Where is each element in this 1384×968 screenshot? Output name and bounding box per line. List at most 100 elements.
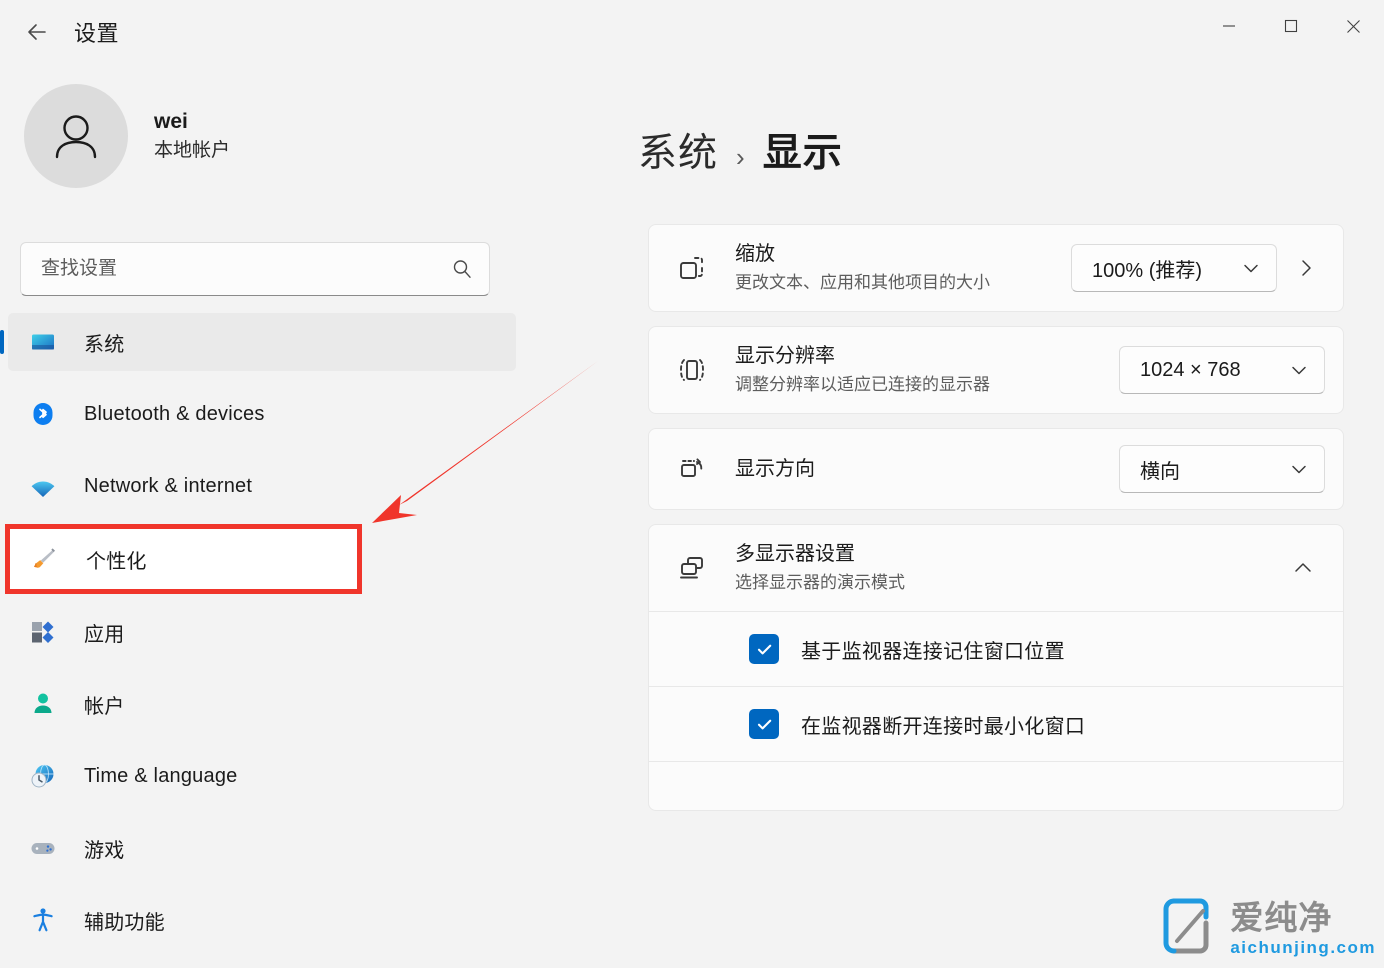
scale-detail-button[interactable] — [1287, 249, 1325, 287]
breadcrumb-separator-icon: › — [736, 142, 745, 172]
search-box[interactable] — [20, 242, 490, 296]
sidebar-nav: 系统 Bluetooth & devices Network & interne… — [0, 313, 620, 963]
card-text: 显示方向 — [735, 456, 1105, 483]
sidebar-item-time-language[interactable]: Time & language — [8, 747, 516, 805]
sidebar-item-label: 系统 — [84, 333, 125, 356]
chevron-down-icon — [1244, 264, 1258, 273]
card-control — [1281, 546, 1325, 590]
card-text: 缩放 更改文本、应用和其他项目的大小 — [735, 241, 1057, 295]
card-row[interactable]: 显示分辨率 调整分辨率以适应已连接的显示器 1024 × 768 — [649, 327, 1343, 413]
account-block[interactable]: wei 本地帐户 — [24, 84, 620, 188]
minimize-icon — [1223, 25, 1235, 27]
watermark-logo-icon — [1162, 897, 1220, 960]
monitor-icon — [30, 329, 56, 355]
checkbox-row-partial[interactable] — [649, 762, 1343, 810]
card-control: 1024 × 768 — [1119, 346, 1325, 395]
chevron-right-icon — [1302, 260, 1311, 276]
card-multi-display: 多显示器设置 选择显示器的演示模式 基于监视器连接记住窗口位置 在监视器断开连接… — [648, 524, 1344, 812]
account-name: wei — [154, 110, 188, 133]
clock-globe-icon — [30, 763, 56, 789]
account-text: wei 本地帐户 — [154, 108, 230, 164]
card-row[interactable]: 缩放 更改文本、应用和其他项目的大小 100% (推荐) — [649, 225, 1343, 311]
scale-dropdown[interactable]: 100% (推荐) — [1071, 244, 1277, 293]
sidebar-item-network-internet[interactable]: Network & internet — [8, 457, 516, 515]
card-subtitle: 调整分辨率以适应已连接的显示器 — [735, 375, 990, 395]
checkbox-label: 在监视器断开连接时最小化窗口 — [801, 715, 1086, 738]
watermark-en: aichunjing.com — [1230, 938, 1376, 957]
chevron-down-icon — [1292, 466, 1306, 474]
card-scale: 缩放 更改文本、应用和其他项目的大小 100% (推荐) — [648, 224, 1344, 313]
sidebar-item-label: Time & language — [84, 764, 238, 787]
gamepad-icon — [30, 835, 56, 861]
back-button[interactable] — [14, 9, 60, 55]
multi-display-expander-button[interactable] — [1281, 546, 1325, 590]
person-icon — [55, 115, 97, 159]
resolution-value: 1024 × 768 — [1140, 358, 1241, 381]
sidebar-item-accounts[interactable]: 帐户 — [8, 675, 516, 733]
card-control: 100% (推荐) — [1071, 244, 1325, 293]
minimize-button[interactable] — [1198, 0, 1260, 52]
checkbox-row-minimize-on-disconnect[interactable]: 在监视器断开连接时最小化窗口 — [649, 687, 1343, 761]
sidebar-item-label: 辅助功能 — [84, 911, 165, 934]
checkbox-row-remember-window-positions[interactable]: 基于监视器连接记住窗口位置 — [649, 612, 1343, 686]
sidebar-item-system[interactable]: 系统 — [8, 313, 516, 371]
sidebar-item-gaming[interactable]: 游戏 — [8, 819, 516, 877]
resolution-icon — [671, 349, 713, 391]
card-control: 横向 — [1119, 445, 1325, 494]
settings-cards: 缩放 更改文本、应用和其他项目的大小 100% (推荐) 显示分辨率 调整分辨率… — [648, 224, 1344, 812]
account-type: 本地帐户 — [154, 140, 231, 162]
brush-icon — [32, 546, 58, 572]
sidebar-item-label: Network & internet — [84, 474, 253, 497]
card-title: 显示分辨率 — [735, 345, 835, 368]
sidebar-item-personalization[interactable]: 个性化 — [5, 524, 362, 594]
multi-monitor-icon — [671, 547, 713, 589]
card-row[interactable]: 显示方向 横向 — [649, 429, 1343, 509]
sidebar-item-bluetooth-devices[interactable]: Bluetooth & devices — [8, 385, 516, 443]
card-row[interactable]: 多显示器设置 选择显示器的演示模式 — [649, 525, 1343, 611]
maximize-button[interactable] — [1260, 0, 1322, 52]
orientation-value: 横向 — [1140, 460, 1180, 483]
watermark-cn: 爱纯净 — [1230, 899, 1333, 936]
card-subtitle: 选择显示器的演示模式 — [735, 573, 905, 593]
scale-value: 100% (推荐) — [1092, 259, 1203, 282]
bluetooth-icon — [30, 401, 56, 427]
checkbox-checked-icon[interactable] — [749, 634, 779, 665]
sidebar-item-accessibility[interactable]: 辅助功能 — [8, 891, 516, 949]
card-orientation: 显示方向 横向 — [648, 428, 1344, 511]
breadcrumb-parent[interactable]: 系统 — [638, 122, 718, 178]
avatar — [24, 84, 128, 188]
card-title: 缩放 — [735, 243, 775, 265]
card-subtitle: 更改文本、应用和其他项目的大小 — [735, 273, 990, 292]
account-icon — [30, 691, 56, 717]
main-content: 系统 › 显示 缩放 更改文本、应用和其他项目的大小 100% (推荐) 显示分… — [620, 64, 1384, 968]
card-text: 显示分辨率 调整分辨率以适应已连接的显示器 — [735, 343, 1105, 397]
resolution-dropdown[interactable]: 1024 × 768 — [1119, 346, 1325, 395]
sidebar-item-label: 游戏 — [84, 839, 125, 862]
close-button[interactable] — [1322, 0, 1384, 52]
checkbox-checked-icon[interactable] — [749, 709, 779, 740]
close-icon — [1346, 19, 1360, 33]
search-input[interactable] — [41, 258, 451, 280]
orientation-dropdown[interactable]: 横向 — [1119, 445, 1325, 494]
window-controls — [1198, 0, 1384, 52]
apps-icon — [30, 619, 56, 645]
sidebar-item-label: 个性化 — [86, 550, 147, 573]
sidebar-item-label: 应用 — [84, 623, 125, 646]
breadcrumb: 系统 › 显示 — [638, 122, 1384, 178]
orientation-icon — [671, 448, 713, 490]
card-title: 显示方向 — [735, 457, 815, 480]
sidebar-item-label: 帐户 — [84, 695, 125, 718]
card-title: 多显示器设置 — [735, 543, 855, 566]
sidebar-item-label: Bluetooth & devices — [84, 402, 265, 425]
search-icon[interactable] — [451, 258, 473, 280]
watermark-text: 爱纯净 aichunjing.com — [1230, 901, 1376, 956]
checkbox-label: 基于监视器连接记住窗口位置 — [801, 640, 1065, 663]
title-bar: 设置 — [0, 0, 1384, 64]
sidebar-item-apps[interactable]: 应用 — [8, 603, 516, 661]
chevron-down-icon — [1292, 366, 1306, 375]
sidebar: wei 本地帐户 查找设置 系统 Bluetooth & devices Net… — [0, 64, 620, 968]
accessibility-icon — [30, 907, 56, 933]
card-text: 多显示器设置 选择显示器的演示模式 — [735, 541, 1267, 595]
app-title: 设置 — [74, 21, 120, 46]
page-title: 显示 — [762, 132, 843, 175]
